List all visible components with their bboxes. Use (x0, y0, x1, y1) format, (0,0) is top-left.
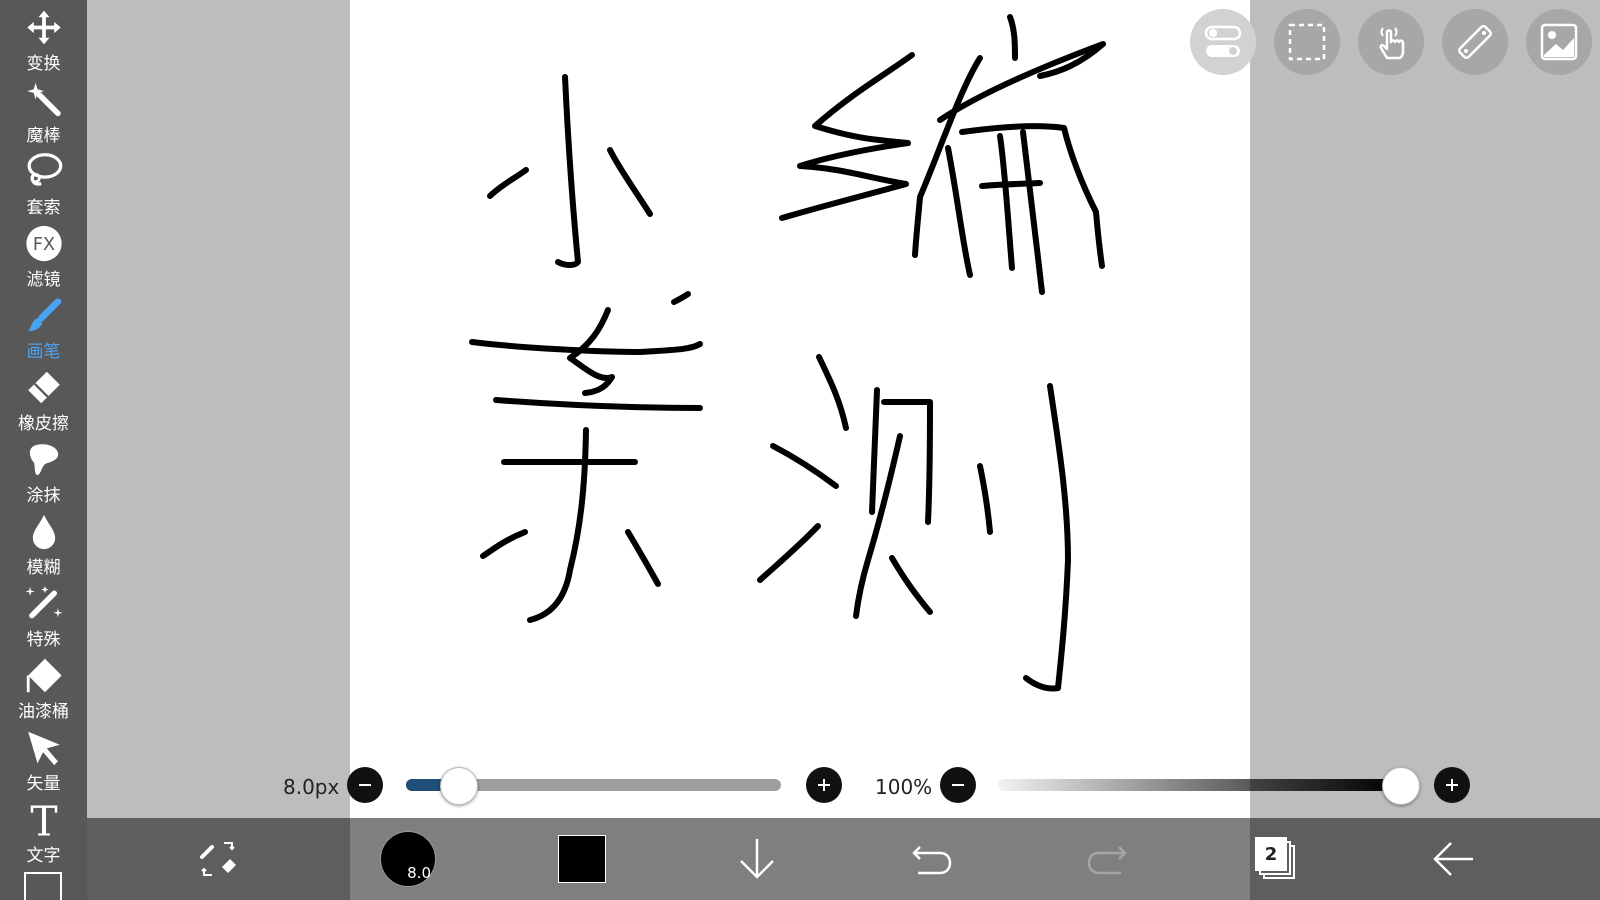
tool-label: 文字 (26, 846, 61, 866)
arrow-down-icon (740, 839, 774, 879)
tool-magic-wand[interactable]: 魔棒 (0, 74, 87, 146)
tool-label: 油漆桶 (18, 702, 69, 722)
opacity-minus-button[interactable] (940, 767, 976, 803)
tool-brush[interactable]: 画笔 (0, 290, 87, 362)
svg-text:FX: FX (32, 235, 54, 255)
bottom-toolbar: 8.0 2 (87, 818, 1600, 900)
eraser-icon (27, 371, 60, 404)
tool-label: 滤镜 (26, 270, 61, 290)
brush-eraser-swap-icon (200, 842, 236, 876)
magic-wand-icon (26, 82, 61, 117)
ruler-icon (1458, 25, 1492, 59)
brush-size-minus-button[interactable] (347, 767, 383, 803)
tap-hand-icon (1379, 27, 1405, 60)
opacity-plus-button[interactable] (1434, 767, 1470, 803)
brush-size-badge: 8.0 (407, 864, 431, 882)
brush-size-value: 8.0px (283, 775, 340, 799)
layer-count: 2 (1264, 843, 1278, 865)
opacity-thumb[interactable] (1382, 767, 1420, 805)
undo-icon (912, 846, 952, 875)
arrow-left-icon (1433, 842, 1473, 876)
swap-tool-button[interactable] (183, 818, 253, 900)
drawing-canvas[interactable] (350, 0, 1250, 818)
tool-transform[interactable]: 变换 (0, 2, 87, 74)
bucket-icon (26, 658, 62, 693)
brush-size-thumb[interactable] (440, 767, 478, 805)
brush-icon (27, 298, 61, 332)
tool-label: 魔棒 (26, 126, 61, 146)
tool-label: 橡皮擦 (18, 414, 69, 434)
touch-gesture-button[interactable] (1358, 9, 1424, 75)
sparkle-pen-icon (24, 585, 63, 619)
lasso-icon (27, 153, 62, 186)
drop-icon (32, 514, 55, 550)
color-swatch-button[interactable] (547, 818, 617, 900)
tool-lasso[interactable]: 套索 (0, 146, 87, 218)
tool-label: 特殊 (26, 630, 61, 650)
toggle-switch-icon (1204, 25, 1242, 57)
brush-size-plus-button[interactable] (806, 767, 842, 803)
redo-button[interactable] (1067, 818, 1147, 900)
tool-more[interactable] (24, 872, 62, 900)
dashed-rectangle-icon (1288, 23, 1326, 61)
tool-filter[interactable]: FX 滤镜 (0, 218, 87, 290)
tool-smudge[interactable]: 涂抹 (0, 434, 87, 506)
brush-sliders: 8.0px 100% (0, 750, 1600, 820)
image-icon (1540, 23, 1578, 61)
opacity-value: 100% (875, 775, 933, 799)
layer-count-badge: 2 (1255, 837, 1287, 871)
tool-blur[interactable]: 模糊 (0, 506, 87, 578)
minus-icon (359, 784, 371, 786)
move-icon (26, 10, 61, 45)
brush-size-preview[interactable]: 8.0 (367, 818, 449, 900)
tool-eraser[interactable]: 橡皮擦 (0, 362, 87, 434)
tool-label: 画笔 (26, 342, 61, 362)
tool-label: 涂抹 (26, 486, 61, 506)
selection-button[interactable] (1274, 9, 1340, 75)
gallery-button[interactable] (1526, 9, 1592, 75)
opacity-track[interactable] (998, 779, 1398, 791)
fx-icon: FX (25, 225, 62, 262)
smudge-icon (29, 444, 58, 476)
layers-button[interactable]: 2 (1237, 818, 1317, 900)
current-color (558, 835, 606, 883)
tool-special[interactable]: 特殊 (0, 578, 87, 650)
tool-label: 套索 (26, 198, 61, 218)
handwriting-strokes (469, 14, 1106, 692)
back-button[interactable] (1413, 818, 1493, 900)
tool-label: 模糊 (26, 558, 61, 578)
tool-bucket[interactable]: 油漆桶 (0, 650, 87, 722)
plus-icon (818, 779, 830, 791)
undo-button[interactable] (892, 818, 972, 900)
tool-label: 变换 (26, 54, 61, 74)
minus-icon (952, 784, 964, 786)
redo-icon (1087, 846, 1127, 875)
ruler-button[interactable] (1442, 9, 1508, 75)
download-button[interactable] (717, 818, 797, 900)
plus-icon (1446, 779, 1458, 791)
toggle-menu-button[interactable] (1190, 9, 1256, 75)
